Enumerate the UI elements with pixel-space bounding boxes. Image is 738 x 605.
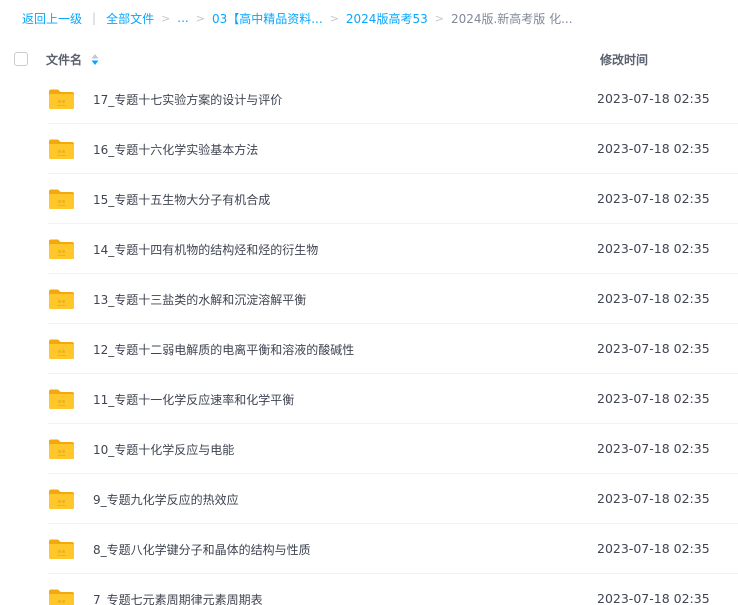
folder-icon: [49, 89, 74, 109]
list-item[interactable]: 15_专题十五生物大分子有机合成 2023-07-18 02:35: [48, 174, 738, 224]
folder-link-2[interactable]: 2024版高考53: [346, 10, 428, 27]
chevron-right-icon: >: [161, 11, 171, 25]
modified-time: 2023-07-18 02:35: [597, 591, 710, 605]
column-header-modified-time[interactable]: 修改时间: [600, 51, 648, 68]
list-item[interactable]: 10_专题十化学反应与电能 2023-07-18 02:35: [48, 424, 738, 474]
modified-time: 2023-07-18 02:35: [597, 91, 710, 106]
modified-time: 2023-07-18 02:35: [597, 241, 710, 256]
list-item[interactable]: 16_专题十六化学实验基本方法 2023-07-18 02:35: [48, 124, 738, 174]
sort-icon[interactable]: [91, 53, 99, 66]
modified-time: 2023-07-18 02:35: [597, 291, 710, 306]
modified-time: 2023-07-18 02:35: [597, 191, 710, 206]
file-name[interactable]: 7_专题七元素周期律元素周期表: [93, 591, 263, 605]
collapsed-path-link[interactable]: ...: [177, 11, 188, 25]
file-name[interactable]: 12_专题十二弱电解质的电离平衡和溶液的酸碱性: [93, 341, 354, 358]
list-item[interactable]: 17_专题十七实验方案的设计与评价 2023-07-18 02:35: [48, 74, 738, 124]
list-item[interactable]: 13_专题十三盐类的水解和沉淀溶解平衡 2023-07-18 02:35: [48, 274, 738, 324]
file-name[interactable]: 8_专题八化学键分子和晶体的结构与性质: [93, 541, 311, 558]
folder-icon: [49, 589, 74, 605]
folder-icon: [49, 239, 74, 259]
breadcrumb-divider: |: [92, 11, 97, 25]
list-item[interactable]: 11_专题十一化学反应速率和化学平衡 2023-07-18 02:35: [48, 374, 738, 424]
folder-icon: [49, 289, 74, 309]
list-item[interactable]: 12_专题十二弱电解质的电离平衡和溶液的酸碱性 2023-07-18 02:35: [48, 324, 738, 374]
folder-icon: [49, 539, 74, 559]
folder-icon: [49, 489, 74, 509]
modified-time: 2023-07-18 02:35: [597, 541, 710, 556]
chevron-right-icon: >: [329, 11, 339, 25]
file-name[interactable]: 15_专题十五生物大分子有机合成: [93, 191, 270, 208]
folder-link-1[interactable]: 03【高中精品资料...: [212, 10, 323, 27]
chevron-right-icon: >: [434, 11, 444, 25]
list-header: 文件名 修改时间: [0, 44, 738, 76]
list-item[interactable]: 9_专题九化学反应的热效应 2023-07-18 02:35: [48, 474, 738, 524]
all-files-link[interactable]: 全部文件: [106, 10, 154, 27]
modified-time: 2023-07-18 02:35: [597, 391, 710, 406]
file-name[interactable]: 11_专题十一化学反应速率和化学平衡: [93, 391, 294, 408]
column-header-name[interactable]: 文件名: [46, 51, 82, 68]
breadcrumb: 返回上一级 | 全部文件 > ... > 03【高中精品资料... > 2024…: [22, 9, 573, 27]
file-name[interactable]: 14_专题十四有机物的结构烃和烃的衍生物: [93, 241, 318, 258]
folder-icon: [49, 389, 74, 409]
modified-time: 2023-07-18 02:35: [597, 141, 710, 156]
current-folder: 2024版.新高考版 化...: [450, 11, 573, 26]
file-name[interactable]: 9_专题九化学反应的热效应: [93, 491, 239, 508]
file-name[interactable]: 10_专题十化学反应与电能: [93, 441, 234, 458]
back-link[interactable]: 返回上一级: [22, 10, 82, 27]
modified-time: 2023-07-18 02:35: [597, 491, 710, 506]
list-item[interactable]: 7_专题七元素周期律元素周期表 2023-07-18 02:35: [48, 574, 738, 605]
file-name[interactable]: 16_专题十六化学实验基本方法: [93, 141, 258, 158]
modified-time: 2023-07-18 02:35: [597, 441, 710, 456]
chevron-right-icon: >: [195, 11, 205, 25]
modified-time: 2023-07-18 02:35: [597, 341, 710, 356]
folder-icon: [49, 139, 74, 159]
list-item[interactable]: 8_专题八化学键分子和晶体的结构与性质 2023-07-18 02:35: [48, 524, 738, 574]
file-browser: 返回上一级 | 全部文件 > ... > 03【高中精品资料... > 2024…: [0, 0, 738, 605]
file-list: 17_专题十七实验方案的设计与评价 2023-07-18 02:35 16_专题…: [0, 74, 738, 605]
select-all-checkbox[interactable]: [14, 52, 28, 66]
file-name[interactable]: 17_专题十七实验方案的设计与评价: [93, 91, 282, 108]
folder-icon: [49, 439, 74, 459]
file-name[interactable]: 13_专题十三盐类的水解和沉淀溶解平衡: [93, 291, 306, 308]
folder-icon: [49, 339, 74, 359]
folder-icon: [49, 189, 74, 209]
list-item[interactable]: 14_专题十四有机物的结构烃和烃的衍生物 2023-07-18 02:35: [48, 224, 738, 274]
